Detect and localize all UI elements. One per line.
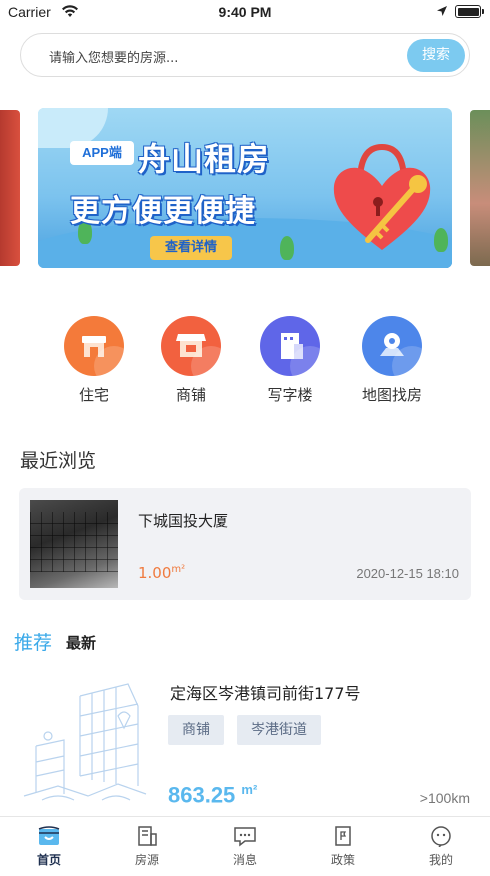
category-label: 地图找房 xyxy=(361,386,422,404)
status-bar: Carrier 9:40 PM xyxy=(0,0,490,26)
banner-slide-prev[interactable] xyxy=(0,110,20,266)
listing-distance: >100km xyxy=(419,790,470,806)
tab-home[interactable]: 首页 xyxy=(14,825,84,868)
tab-label: 消息 xyxy=(232,853,257,867)
home-icon xyxy=(37,825,61,847)
property-name: 下城国投大厦 xyxy=(138,512,229,530)
search-button[interactable]: 搜索 xyxy=(407,39,465,72)
house-icon xyxy=(64,316,124,376)
search-input[interactable]: 请输入您想要的房源... xyxy=(49,47,178,66)
office-building-icon xyxy=(260,316,320,376)
tab-listings[interactable]: 房源 xyxy=(112,825,182,868)
tab-label: 我的 xyxy=(428,853,453,867)
banner-carousel[interactable]: APP端 舟山租房 更方便更便捷 查看详情 xyxy=(0,108,490,268)
tab-messages[interactable]: 消息 xyxy=(210,825,280,868)
listing-card[interactable]: 定海区岑港镇司前街177号 商铺 岑港街道 863.25 m² >100km xyxy=(0,672,490,812)
listings-icon xyxy=(135,825,159,847)
message-icon xyxy=(233,825,257,847)
category-label: 住宅 xyxy=(78,386,109,404)
shop-icon xyxy=(161,316,221,376)
tab-label: 首页 xyxy=(36,853,61,867)
view-details-button[interactable]: 查看详情 xyxy=(150,236,232,260)
heart-lock-icon xyxy=(333,143,431,250)
profile-icon xyxy=(429,825,453,848)
tab-recommend[interactable]: 推荐 xyxy=(14,628,52,655)
policy-flag-icon xyxy=(331,825,355,847)
building-sketch-image xyxy=(23,683,147,801)
tab-profile[interactable]: 我的 xyxy=(406,825,476,868)
bottom-tab-bar: 首页 房源 消息 政策 我的 xyxy=(0,816,490,876)
listing-tag: 商铺 xyxy=(168,715,224,745)
app-badge: APP端 xyxy=(70,141,134,165)
tab-latest[interactable]: 最新 xyxy=(66,632,96,653)
category-label: 写字楼 xyxy=(267,386,313,404)
tab-policy[interactable]: 政策 xyxy=(308,825,378,868)
category-residential[interactable]: 住宅 xyxy=(54,316,134,405)
category-label: 商铺 xyxy=(175,386,206,404)
banner-subtitle: 更方便更便捷 xyxy=(70,194,256,229)
tab-label: 政策 xyxy=(330,853,355,867)
category-grid: 住宅 商铺 写字楼 地图找房 xyxy=(0,316,490,416)
property-area: 1.00m² xyxy=(138,564,186,582)
banner-title: 舟山租房 xyxy=(138,140,271,178)
tree-decoration xyxy=(280,236,294,260)
battery-icon xyxy=(455,5,484,18)
listing-area: 863.25 m² xyxy=(168,782,258,808)
location-arrow-icon xyxy=(436,5,448,21)
map-pin-icon xyxy=(362,316,422,376)
banner-slide[interactable]: APP端 舟山租房 更方便更便捷 查看详情 xyxy=(38,108,452,268)
tab-label: 房源 xyxy=(134,853,159,867)
property-thumbnail xyxy=(30,500,118,588)
category-map-search[interactable]: 地图找房 xyxy=(352,316,432,405)
clock: 9:40 PM xyxy=(218,4,272,20)
banner-slide-next[interactable] xyxy=(470,110,490,266)
recent-item-card[interactable]: 下城国投大厦 1.00m² 2020-12-15 18:10 xyxy=(19,488,471,600)
listing-tag: 岑港街道 xyxy=(237,715,321,745)
category-shop[interactable]: 商铺 xyxy=(151,316,231,405)
recent-section-title: 最近浏览 xyxy=(20,450,97,472)
category-office[interactable]: 写字楼 xyxy=(250,316,330,405)
tree-decoration xyxy=(434,228,448,252)
search-bar[interactable]: 请输入您想要的房源... 搜索 xyxy=(20,33,470,77)
listing-title: 定海区岑港镇司前街177号 xyxy=(170,684,361,703)
viewed-date: 2020-12-15 18:10 xyxy=(356,566,459,581)
